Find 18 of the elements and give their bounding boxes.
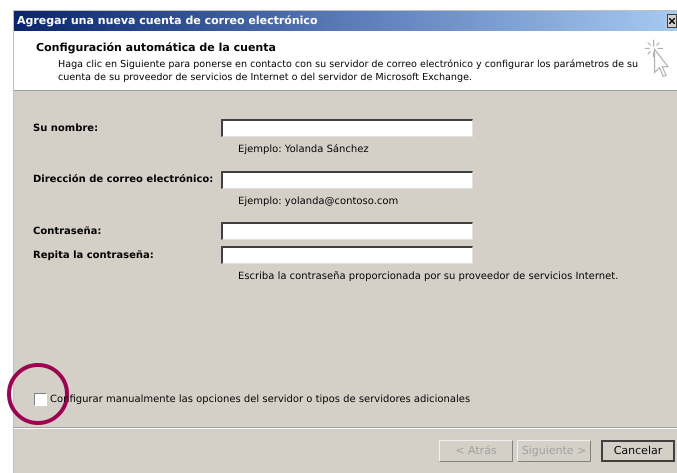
field-label: Repita la contraseña: [33, 248, 155, 262]
close-icon [669, 18, 675, 24]
window-title: Agregar una nueva cuenta de correo electrónico [17, 12, 318, 29]
input-field[interactable] [221, 170, 473, 188]
checkbox[interactable] [34, 393, 47, 406]
field-hint: Escriba la contraseña proporcionada por su proveedor de servicios Internet. [238, 271, 618, 282]
input-field[interactable] [221, 119, 473, 137]
input-field[interactable] [221, 222, 473, 240]
header-title: Configuración automática de la cuenta [36, 40, 277, 56]
field-label: Contraseña: [33, 224, 102, 238]
cancel-button[interactable]: Cancelar [601, 440, 675, 462]
close-button[interactable] [667, 14, 677, 28]
field-label: Su nombre: [33, 122, 100, 136]
input-field[interactable] [221, 246, 473, 264]
header-description: Haga clic en Siguiente para ponerse en contacto con su servidor de correo electrónico y configurar los parámetros de su cuenta de su proveedor de servicios de Internet o del servidor de Microsoft Exchange. [57, 58, 640, 84]
field-label: Dirección de correo electrónico: [33, 173, 214, 187]
field-hint: Ejemplo: Yolanda Sánchez [238, 144, 369, 155]
field-hint: Ejemplo: yolanda@contoso.com [238, 196, 398, 206]
